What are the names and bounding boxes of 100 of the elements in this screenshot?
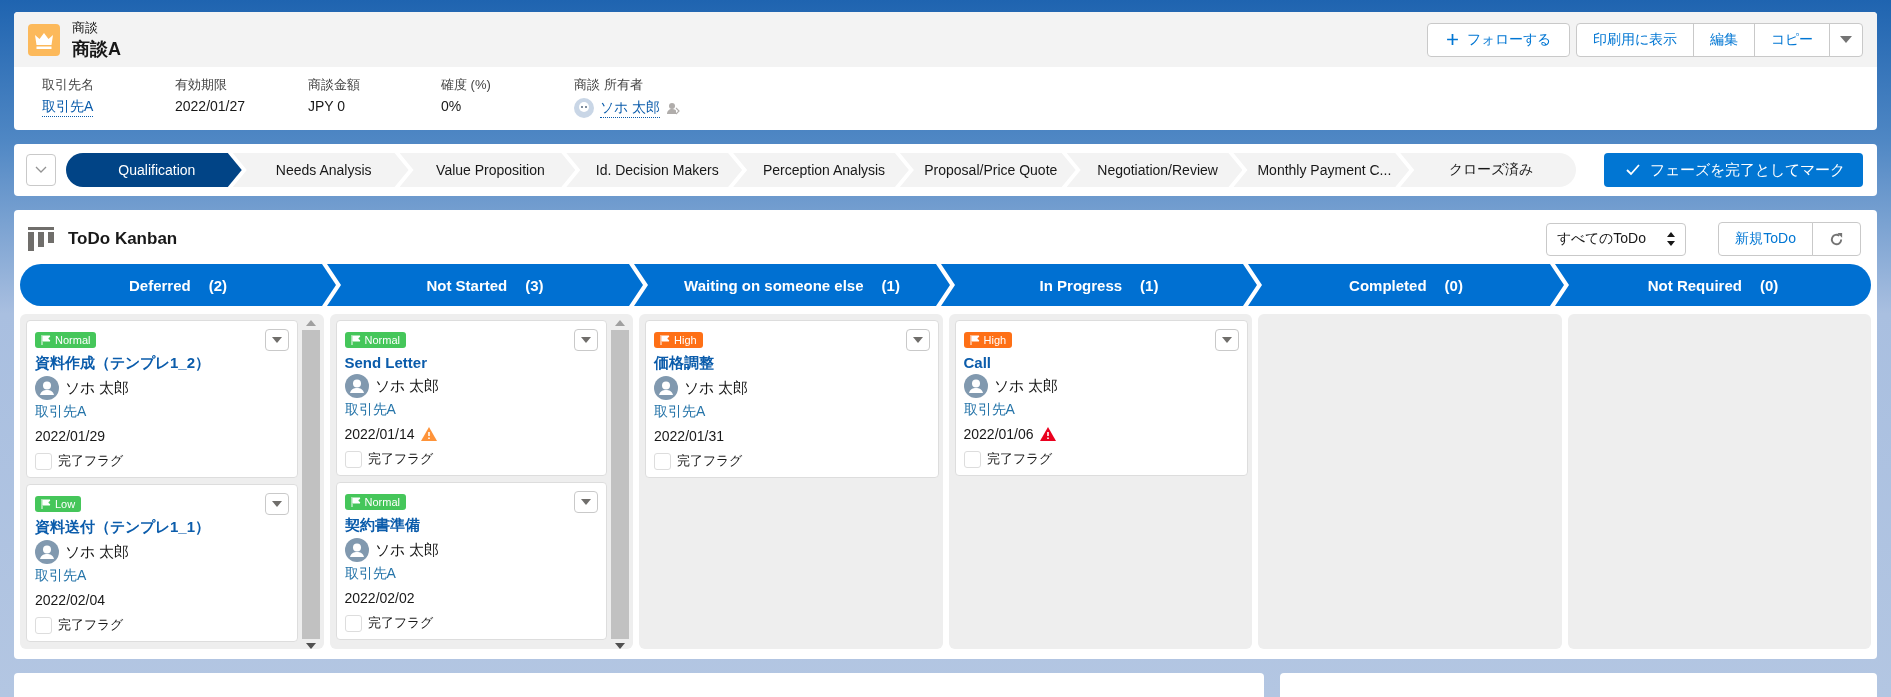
mark-complete-button[interactable]: フェーズを完了としてマーク [1604,153,1863,187]
due-date: 2022/02/02 [344,590,415,606]
status-column-header: In Progress (1) [941,264,1257,306]
due-date: 2022/01/31 [654,428,725,444]
owner-name: ソホ 太郎 [993,376,1058,396]
task-card[interactable]: High 価格調整 ソホ 太郎 取引先A 2022/01/31 完了フラグ [645,320,939,478]
status-column-header: Not Required (0) [1555,264,1871,306]
task-title-link[interactable]: 資料送付（テンプレ1_1） [35,518,289,537]
checkbox[interactable] [35,452,52,470]
card-menu-button[interactable] [264,329,289,351]
todo-filter-select[interactable]: すべてのToDo [1546,222,1687,256]
scroll-up-icon[interactable] [615,320,625,326]
caret-down-icon [271,501,282,507]
flag-icon [41,499,51,509]
card-menu-button[interactable] [574,491,598,513]
more-actions-button[interactable] [1829,22,1863,57]
due-date: 2022/01/29 [35,428,106,444]
caret-down-icon [1222,337,1232,343]
status-column-header: Deferred (2) [20,264,336,306]
checkbox[interactable] [344,450,362,468]
account-link[interactable]: 取引先A [344,565,598,583]
flag-icon [350,497,361,507]
caret-down-icon [271,337,282,343]
path-stage[interactable]: Negotiation/Review [1066,153,1243,187]
checkbox[interactable] [963,450,981,468]
task-card[interactable]: Low 資料送付（テンプレ1_1） ソホ 太郎 取引先A 2022/02/04 完了フラグ [26,484,298,642]
caret-down-icon [581,499,591,505]
status-column-header: Completed (0) [1248,264,1564,306]
checkbox-label: 完了フラグ [367,614,433,632]
due-date: 2022/01/14 [344,426,415,442]
action-button[interactable]: 印刷用に表示 [1576,22,1694,57]
path-stage[interactable]: Perception Analysis [733,153,909,187]
due-date: 2022/02/04 [35,592,106,608]
flag-icon [41,335,51,345]
task-card[interactable]: Normal 資料作成（テンプレ1_2） ソホ 太郎 取引先A 2022/01/29 完了フラグ [26,320,298,478]
owner-name: ソホ 太郎 [65,378,130,398]
object-label: 商談 [72,18,99,37]
action-button[interactable]: 編集 [1693,22,1755,57]
action-button[interactable]: コピー [1754,22,1830,57]
scroll-up-icon[interactable] [305,320,316,326]
user-avatar-icon [344,538,369,562]
account-link[interactable]: 取引先A [963,401,1239,419]
priority-tag: High [963,332,1013,348]
task-title-link[interactable]: Send Letter [344,354,598,371]
card-menu-button[interactable] [905,329,930,351]
card-menu-button[interactable] [574,329,598,351]
card-menu-button[interactable] [1215,329,1239,351]
plus-icon [1446,33,1459,46]
task-title-link[interactable]: 資料作成（テンプレ1_2） [35,354,289,373]
priority-tag: Normal [35,332,97,348]
field-label: 商談 所有者 [574,76,644,94]
user-avatar-icon [654,376,678,400]
task-title-link[interactable]: Call [963,354,1239,371]
task-card[interactable]: High Call ソホ 太郎 取引先A 2022/01/06 完了フラグ [954,320,1248,476]
checkbox[interactable] [654,452,671,470]
status-column-header: Waiting on someone else (1) [634,264,950,306]
path-stage[interactable]: Value Proposition [399,153,576,187]
new-todo-button[interactable]: 新規ToDo [1718,222,1813,256]
status-column-header: Not Started (3) [327,264,643,306]
field-link[interactable]: 取引先A [42,98,94,117]
chevron-down-icon [35,166,47,174]
path-stage[interactable]: Qualification [66,153,242,187]
scroll-down-icon[interactable] [305,643,316,649]
account-link[interactable]: 取引先A [35,403,289,421]
path-stage[interactable]: Proposal/Price Quote [899,153,1076,187]
account-link[interactable]: 取引先A [35,567,289,585]
kanban-icon [28,227,54,251]
path-toggle-button[interactable] [26,154,56,186]
crown-icon [28,23,60,56]
refresh-button[interactable] [1812,222,1861,256]
checkmark-icon [1626,164,1640,176]
checkbox[interactable] [344,614,362,632]
caret-down-icon [581,337,591,343]
scrollbar-thumb[interactable] [301,330,320,639]
checkbox-label: 完了フラグ [986,450,1052,468]
task-title-link[interactable]: 契約書準備 [344,516,598,535]
change-owner-icon[interactable] [665,101,680,115]
account-link[interactable]: 取引先A [344,401,598,419]
scroll-down-icon[interactable] [615,643,625,649]
task-title-link[interactable]: 価格調整 [654,354,930,373]
flag-icon [969,335,980,345]
user-avatar-icon [35,376,59,400]
checkbox-label: 完了フラグ [367,450,433,468]
path-stage[interactable]: クローズ済み [1400,153,1577,187]
task-card[interactable]: Normal 契約書準備 ソホ 太郎 取引先A 2022/02/02 完了フラグ [335,482,607,640]
scrollbar-thumb[interactable] [611,330,629,639]
checkbox-label: 完了フラグ [677,452,742,470]
account-link[interactable]: 取引先A [654,403,930,421]
user-avatar-icon [35,540,59,564]
field-link[interactable]: ソホ 太郎 [600,98,660,118]
checkbox[interactable] [35,616,52,634]
field-value: 0% [441,98,462,114]
card-menu-button[interactable] [264,493,289,515]
checkbox-label: 完了フラグ [58,616,123,634]
task-card[interactable]: Normal Send Letter ソホ 太郎 取引先A 2022/01/14 完了フラグ [335,320,607,476]
follow-button[interactable]: フォローする [1427,22,1570,57]
path-stage[interactable]: Needs Analysis [232,153,409,187]
path-stage[interactable]: Monthly Payment C... [1233,153,1410,187]
owner-name: ソホ 太郎 [684,378,749,398]
path-stage[interactable]: Id. Decision Makers [566,153,743,187]
